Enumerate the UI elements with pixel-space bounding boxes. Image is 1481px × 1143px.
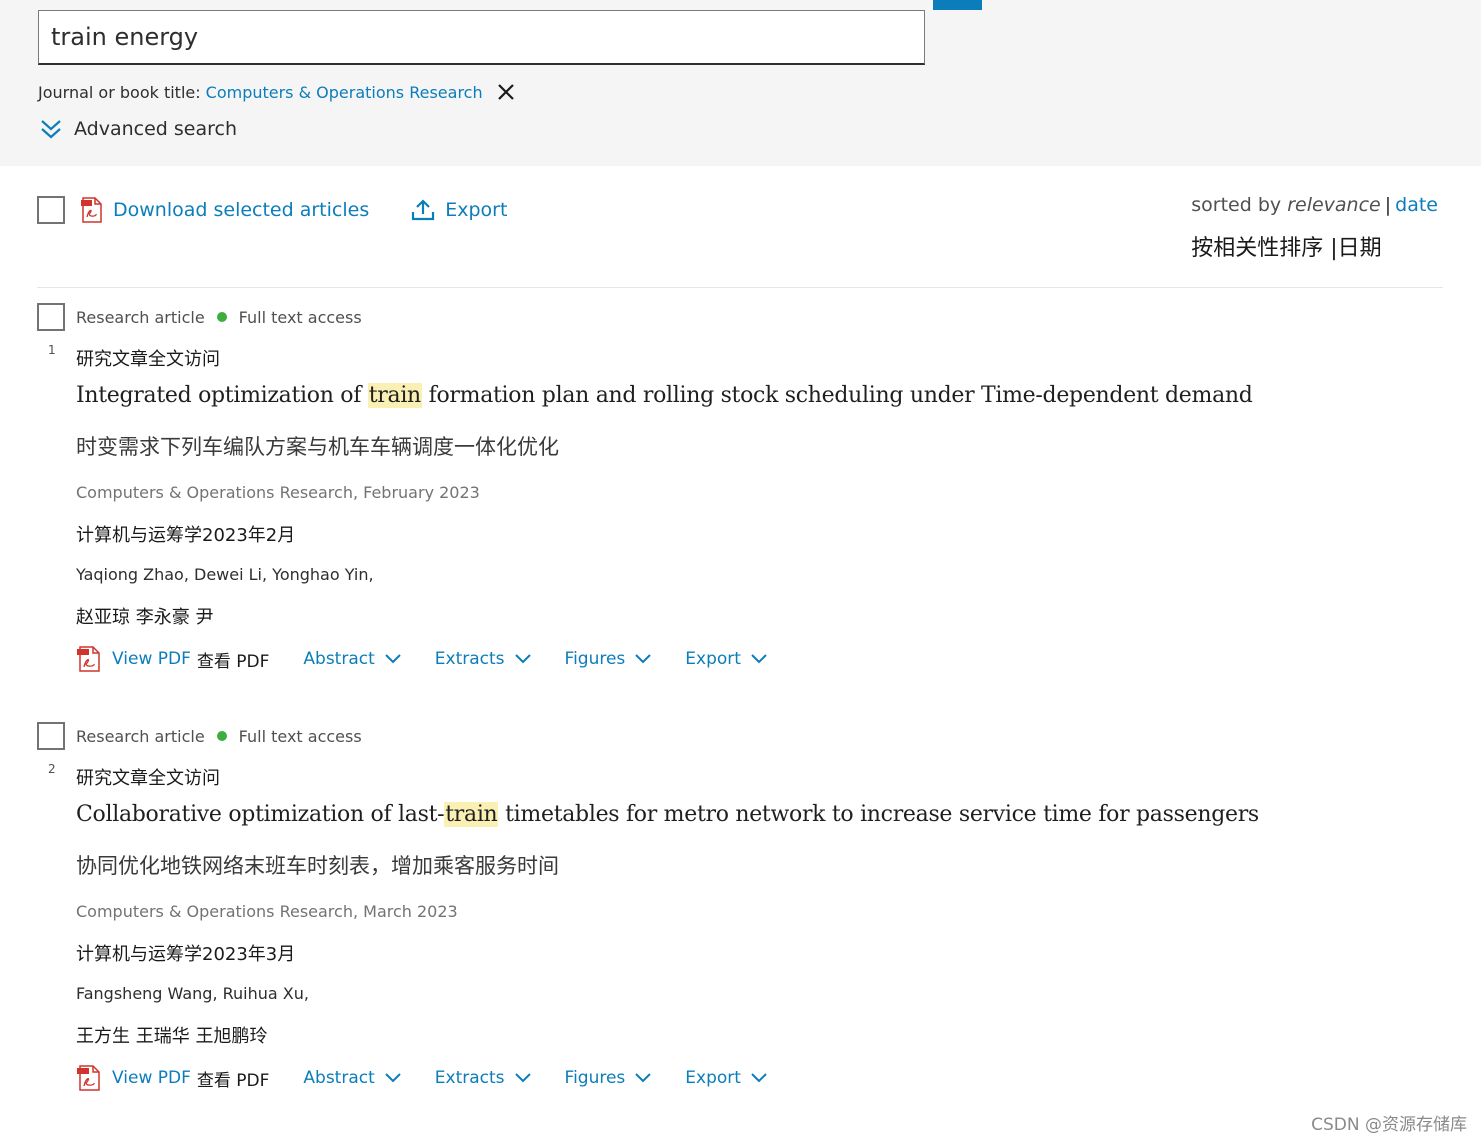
result-body: Research article Full text access 研究文章全文… (76, 722, 1276, 1091)
sort-relevance: relevance (1287, 194, 1381, 216)
filter-label: Journal or book title: (38, 82, 201, 102)
figures-toggle[interactable]: Figures (565, 649, 652, 669)
access-label: Full text access (238, 307, 362, 327)
journal-filter: Journal or book title: Computers & Opera… (38, 80, 517, 104)
title-part: Integrated optimization of (76, 383, 368, 408)
download-selected-button[interactable]: Download selected articles (81, 197, 369, 223)
export-label: Export (445, 199, 508, 221)
abstract-toggle[interactable]: Abstract (303, 1068, 401, 1088)
article-source: Computers & Operations Research, March 2… (76, 902, 458, 921)
figures-label: Figures (564, 1068, 626, 1088)
search-submit-button[interactable] (933, 0, 982, 10)
sort-prefix: sorted by (1191, 194, 1282, 216)
advanced-search-toggle[interactable]: Advanced search (38, 115, 237, 143)
article-source: Computers & Operations Research, Februar… (76, 483, 480, 502)
pdf-icon (76, 1065, 102, 1091)
access-dot-icon (216, 731, 227, 741)
access-dot-icon (216, 312, 227, 322)
view-pdf-button[interactable]: View PDF 查看 PDF (76, 646, 269, 672)
upload-icon (411, 199, 435, 221)
result-body: Research article Full text access 研究文章全文… (76, 303, 1276, 672)
result-item: 1 Research article Full text access 研究文章… (37, 303, 1437, 698)
pdf-icon (76, 646, 102, 672)
title-translation: 时变需求下列车编队方案与机车车辆调度一体化优化 (76, 435, 559, 459)
export-label: Export (685, 649, 741, 669)
search-box[interactable] (38, 10, 925, 65)
result-number: 1 (48, 343, 56, 357)
view-pdf-translation: 查看 PDF (196, 1070, 270, 1091)
divider (37, 287, 1443, 288)
select-all-checkbox[interactable] (37, 196, 65, 224)
abstract-toggle[interactable]: Abstract (303, 649, 401, 669)
search-input[interactable] (51, 23, 912, 51)
search-highlight: train (367, 383, 422, 408)
export-label: Export (685, 1068, 741, 1088)
result-checkbox[interactable] (37, 303, 65, 331)
meta-translation: 研究文章全文访问 (76, 349, 220, 370)
view-pdf-button[interactable]: View PDF 查看 PDF (76, 1065, 269, 1091)
sort-separator: | (1384, 194, 1392, 216)
results-toolbar: Download selected articles Export (37, 192, 507, 228)
source-translation: 计算机与运筹学2023年3月 (76, 944, 296, 965)
abstract-label: Abstract (303, 649, 375, 669)
double-chevron-down-icon (38, 116, 64, 142)
extracts-label: Extracts (434, 1068, 505, 1088)
watermark: CSDN @资源存储库 (1311, 1115, 1467, 1135)
title-part: Collaborative optimization of last- (76, 802, 445, 827)
export-toggle[interactable]: Export (685, 1068, 767, 1088)
chevron-down-icon (514, 654, 531, 664)
article-type: Research article (76, 726, 205, 746)
chevron-down-icon (514, 1073, 531, 1083)
article-meta: Research article Full text access (76, 722, 1276, 750)
chevron-down-icon (635, 1073, 652, 1083)
article-authors: Yaqiong Zhao, Dewei Li, Yonghao Yin, (76, 565, 374, 584)
close-icon[interactable] (495, 81, 517, 103)
figures-toggle[interactable]: Figures (565, 1068, 652, 1088)
sort-line: sorted by relevance | date (1191, 194, 1438, 216)
view-pdf-translation: 查看 PDF (196, 651, 270, 672)
article-meta: Research article Full text access (76, 303, 1276, 331)
pdf-icon (81, 197, 103, 223)
authors-translation: 赵亚琼 李永豪 尹 (76, 607, 214, 628)
article-type: Research article (76, 307, 205, 327)
view-pdf-label: View PDF (112, 649, 191, 669)
filter-value-link[interactable]: Computers & Operations Research (206, 83, 483, 102)
source-translation: 计算机与运筹学2023年2月 (76, 525, 296, 546)
title-translation: 协同优化地铁网络末班车时刻表，增加乘客服务时间 (76, 854, 559, 878)
export-button[interactable]: Export (411, 199, 507, 221)
sort-date-link[interactable]: date (1395, 194, 1438, 216)
sort-control: sorted by relevance | date 按相关性排序 |日期 (1191, 194, 1438, 262)
export-toggle[interactable]: Export (685, 649, 767, 669)
result-item: 2 Research article Full text access 研究文章… (37, 722, 1437, 1117)
result-number: 2 (48, 762, 56, 776)
search-highlight: train (444, 802, 499, 827)
abstract-label: Abstract (303, 1068, 375, 1088)
chevron-down-icon (385, 654, 401, 664)
extracts-label: Extracts (434, 649, 505, 669)
article-authors: Fangsheng Wang, Ruihua Xu, (76, 984, 309, 1003)
figures-label: Figures (564, 649, 626, 669)
authors-translation: 王方生 王瑞华 王旭鹏玲 (76, 1026, 268, 1047)
title-part: timetables for metro network to increase… (498, 802, 1259, 827)
meta-translation: 研究文章全文访问 (76, 768, 220, 789)
result-actions: View PDF 查看 PDF Abstract Extracts Figure… (76, 643, 767, 675)
article-title-link[interactable]: Integrated optimization of train formati… (76, 383, 1253, 408)
sort-translation: 按相关性排序 |日期 (1191, 236, 1382, 261)
view-pdf-label: View PDF (112, 1068, 191, 1088)
extracts-toggle[interactable]: Extracts (435, 1068, 531, 1088)
advanced-search-label: Advanced search (74, 118, 238, 140)
access-label: Full text access (238, 726, 362, 746)
download-selected-label: Download selected articles (113, 199, 370, 221)
article-title-link[interactable]: Collaborative optimization of last-train… (76, 802, 1259, 827)
chevron-down-icon (635, 654, 652, 664)
title-part: formation plan and rolling stock schedul… (421, 383, 1253, 408)
extracts-toggle[interactable]: Extracts (435, 649, 531, 669)
chevron-down-icon (751, 654, 767, 664)
result-checkbox[interactable] (37, 722, 65, 750)
chevron-down-icon (751, 1073, 767, 1083)
search-panel: Journal or book title: Computers & Opera… (0, 0, 1481, 166)
chevron-down-icon (385, 1073, 401, 1083)
result-actions: View PDF 查看 PDF Abstract Extracts Figure… (76, 1062, 767, 1094)
